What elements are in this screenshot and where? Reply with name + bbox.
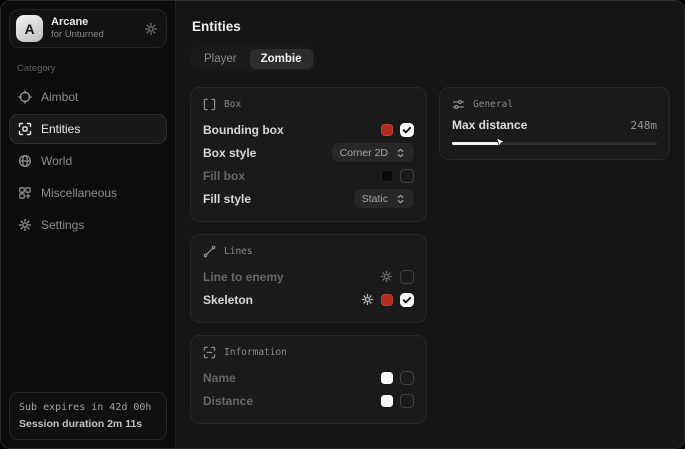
general-card: General Max distance 248m [439,87,670,160]
setting-row-fill-style: Fill style Static [203,187,414,210]
box-card: Box Bounding box Box style [190,87,427,222]
chevrons-up-down-icon [395,147,406,159]
scan-icon [18,122,32,136]
setting-row-name: Name [203,366,414,389]
gear-icon [18,218,32,232]
app-title: Arcane [51,16,136,30]
setting-row-skeleton: Skeleton [203,288,414,311]
sidebar-item-label: Settings [41,218,84,232]
main-panel: Entities Player Zombie Box Bounding box [176,1,684,448]
entity-tabs: Player Zombie [191,47,315,71]
crosshair-icon [18,90,32,104]
max-distance-slider[interactable] [452,142,657,145]
setting-row-fill-box: Fill box [203,164,414,187]
checkbox-bounding-box[interactable] [400,123,414,137]
max-distance-value: 248m [631,119,658,132]
app-logo: A [16,15,43,42]
setting-row-bounding-box: Bounding box [203,118,414,141]
sub-expiry-text: Sub expires in 42d 00h [19,400,157,416]
info-scan-icon [203,346,216,359]
globe-icon [18,154,32,168]
fill-style-select[interactable]: Static [354,189,414,208]
line-icon [203,245,216,258]
sidebar-item-settings[interactable]: Settings [9,210,167,240]
sliders-icon [452,98,465,111]
card-title: Box [224,99,241,110]
brackets-icon [203,98,216,111]
sidebar-item-world[interactable]: World [9,146,167,176]
setting-row-box-style: Box style Corner 2D [203,141,414,164]
color-swatch[interactable] [381,124,393,136]
sidebar-nav: Aimbot Entities World Miscellaneous [9,81,167,241]
setting-row-distance: Distance [203,389,414,412]
gear-icon[interactable] [144,22,158,36]
lines-card: Lines Line to enemy Skeleton [190,234,427,323]
sidebar-item-aimbot[interactable]: Aimbot [9,82,167,112]
sidebar-item-label: World [41,154,72,168]
slider-fill [452,142,501,145]
card-title: General [473,99,513,110]
sidebar-item-label: Entities [41,122,80,136]
sidebar-item-label: Aimbot [41,90,78,104]
app-subtitle: for Unturned [51,29,136,41]
information-card: Information Name Distance [190,335,427,424]
subscription-card: Sub expires in 42d 00h Session duration … [9,392,167,440]
color-swatch[interactable] [381,372,393,384]
session-duration-text: Session duration 2m 11s [19,416,157,432]
color-swatch[interactable] [381,170,393,182]
color-swatch[interactable] [381,294,393,306]
page-title: Entities [192,19,670,34]
tab-player[interactable]: Player [193,49,248,69]
sidebar-item-miscellaneous[interactable]: Miscellaneous [9,178,167,208]
setting-row-line-to-enemy: Line to enemy [203,265,414,288]
checkbox-fill-box[interactable] [400,169,414,183]
box-style-select[interactable]: Corner 2D [332,143,414,162]
brand-card: A Arcane for Unturned [9,9,167,48]
sidebar-item-entities[interactable]: Entities [9,114,167,144]
checkbox-name[interactable] [400,371,414,385]
checkbox-line-to-enemy[interactable] [400,270,414,284]
grid-icon [18,186,32,200]
checkbox-distance[interactable] [400,394,414,408]
chevrons-up-down-icon [395,193,406,205]
checkbox-skeleton[interactable] [400,293,414,307]
card-title: Lines [224,246,253,257]
card-title: Information [224,347,287,358]
category-label: Category [17,63,159,74]
app-window: A Arcane for Unturned Category Aimbot [0,0,685,449]
check-icon [401,124,413,136]
sidebar-item-label: Miscellaneous [41,186,117,200]
setting-row-max-distance: Max distance 248m [452,118,657,132]
gear-icon[interactable] [380,270,393,283]
sidebar: A Arcane for Unturned Category Aimbot [1,1,176,448]
gear-icon[interactable] [361,293,374,306]
check-icon [401,294,413,306]
slider-thumb-cursor-icon[interactable] [495,137,506,148]
tab-zombie[interactable]: Zombie [250,49,313,69]
color-swatch[interactable] [381,395,393,407]
